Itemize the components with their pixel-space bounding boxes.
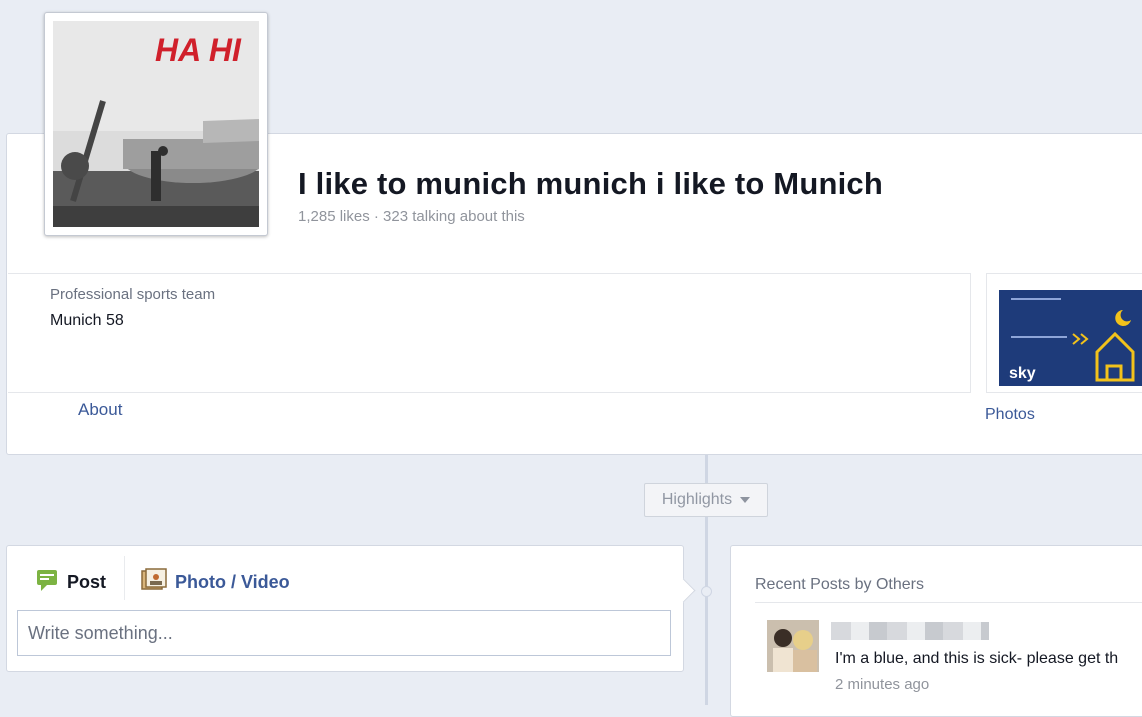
profile-picture-caption: HA HI	[155, 32, 242, 68]
about-link[interactable]: About	[78, 400, 122, 420]
page-category: Professional sports team	[50, 286, 216, 303]
tab-divider	[124, 556, 125, 600]
page-title: I like to munich munich i like to Munich	[298, 166, 883, 201]
photos-thumbnail[interactable]: sky	[986, 273, 1142, 393]
speech-bubble-icon	[35, 568, 59, 597]
recent-posts-card: Recent Posts by Others I'm a blue, and t…	[730, 545, 1142, 717]
post-composer: Post Photo / Video Write something...	[6, 545, 696, 672]
photo-icon	[141, 568, 167, 597]
tab-post-label: Post	[67, 572, 107, 592]
page-stats: 1,285 likes · 323 talking about this	[298, 208, 525, 225]
profile-image: HA HI	[53, 21, 259, 227]
composer-tabs: Post Photo / Video	[7, 546, 683, 606]
divider	[755, 602, 1142, 603]
profile-picture[interactable]: HA HI	[44, 12, 268, 236]
highlights-label: Highlights	[661, 491, 733, 508]
timeline-dot	[701, 586, 712, 597]
recent-post-time[interactable]: 2 minutes ago	[835, 676, 929, 693]
tab-photo-video[interactable]: Photo / Video	[141, 568, 290, 597]
about-value: Munich 58	[50, 312, 124, 329]
recent-post-text: I'm a blue, and this is sick- please get…	[835, 650, 1119, 667]
photo-brand: sky	[1009, 365, 1036, 382]
chevron-down-icon	[740, 497, 751, 503]
tab-photo-label: Photo / Video	[175, 572, 290, 592]
photos-link[interactable]: Photos	[985, 406, 1035, 424]
status-input[interactable]: Write something...	[17, 610, 671, 656]
photo-image: sky	[999, 290, 1142, 386]
highlights-dropdown[interactable]: Highlights	[644, 483, 768, 517]
blurred-author-name[interactable]	[831, 622, 989, 640]
avatar[interactable]	[767, 620, 819, 672]
tab-post[interactable]: Post	[35, 568, 106, 597]
recent-posts-title: Recent Posts by Others	[755, 576, 924, 593]
